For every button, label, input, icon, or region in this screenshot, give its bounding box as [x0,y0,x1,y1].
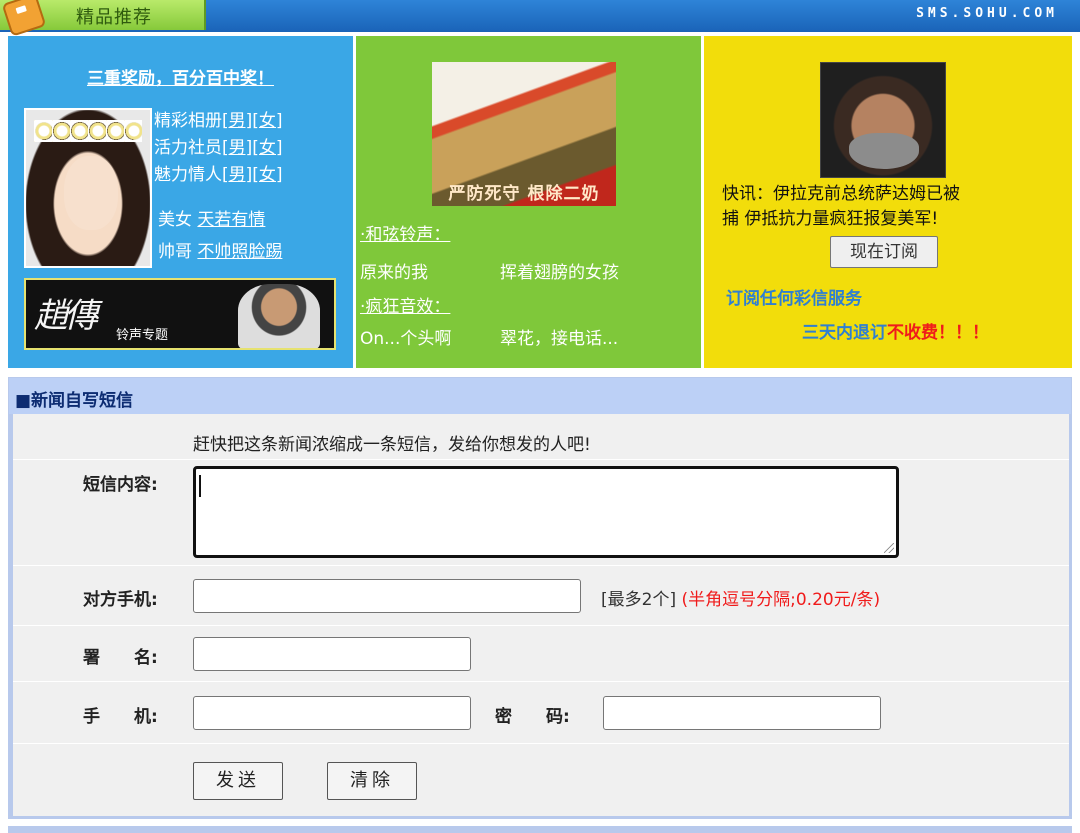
signature-row: 署 名: [13,626,1069,682]
news-flash-text: 快讯：伊拉克前总统萨达姆已被 捕 伊抵抗力量疯狂报复美军! [722,182,1062,232]
song-row-1: 原来的我 挥着翅膀的女孩 [360,258,700,283]
male-link[interactable]: [男] [222,165,252,185]
female-link[interactable]: [女] [252,111,282,131]
male-link[interactable]: [男] [222,111,252,131]
banner-subtitle: 铃声专题 [116,328,169,343]
recommend-tab-label: 精品推荐 [76,7,152,28]
song-row-2: On...个头啊 翠花，接电话... [360,324,700,349]
lover-row: 魅力情人[男][女] [154,162,283,189]
beauty-link[interactable]: 天若有情 [197,210,265,230]
lover-row-label: 魅力情人 [154,165,222,185]
mobile-label: 手 机: [83,707,158,727]
zhao-chuan-ringtone-banner[interactable]: 趙傳 铃声专题 [24,278,336,350]
phone-row: 对方手机: [最多2个] (半角逗号分隔;0.20元/条) [13,566,1069,626]
promo-panel-left: 三重奖励，百分百中奖！ 精彩相册[男][女] 活力社员[男][女] 魅力情人[男… [8,36,353,368]
send-button[interactable]: 发送 [193,762,283,800]
sound-link[interactable]: On...个头啊 [360,329,451,349]
password-label: 密 码: [495,707,570,727]
female-link[interactable]: [女] [252,138,282,158]
promo-panel-middle: 严防死守 根除二奶 ·和弦铃声： 原来的我 挥着翅膀的女孩 ·疯狂音效： On.… [356,36,701,368]
hint-row: 赶快把这条新闻浓缩成一条短信，发给你想发的人吧! [13,414,1069,460]
subscribe-now-button[interactable]: 现在订阅 [830,236,938,268]
female-link[interactable]: [女] [252,165,282,185]
recipient-phone-label: 对方手机: [83,590,158,610]
beauty-prefix: 美女 [158,210,198,230]
news-photo[interactable] [820,62,946,178]
poster-slogan: 严防死守 根除二奶 [448,184,600,204]
album-link-list: 精彩相册[男][女] 活力社员[男][女] 魅力情人[男][女] [154,108,283,189]
form-title: ■新闻自写短信 [15,391,134,411]
album-row-label: 精彩相册 [154,111,222,131]
refund-slogan: 三天内退订不收费！！！ [802,318,989,343]
refund-slogan-prefix: 三天内退订 [802,323,887,343]
bottom-border-strip [8,826,1072,833]
chord-ringtone-title[interactable]: ·和弦铃声： [360,220,450,245]
male-link[interactable]: [男] [222,138,252,158]
account-row: 手 机: 密 码: [13,682,1069,744]
action-row: 发送 清除 [13,744,1069,816]
promo-headline-text: 三重奖励，百分百中奖！ [87,69,274,89]
signature-label: 署 名: [83,648,158,668]
handsome-link[interactable]: 不帅照脸踢 [197,242,282,262]
banner-calligraphy-text: 趙傳 [34,296,98,336]
propaganda-poster-image[interactable]: 严防死守 根除二奶 [432,62,616,206]
crazy-sound-title[interactable]: ·疯狂音效： [360,292,450,317]
phone-note-price: (半角逗号分隔;0.20元/条) [681,590,881,610]
handsome-prefix: 帅哥 [158,242,198,262]
crazy-sound-link[interactable]: ·疯狂音效： [360,297,450,317]
news-line-2: 捕 伊抵抗力量疯狂报复美军! [722,209,939,229]
top-header-bar: 精品推荐 SMS.SOHU.COM [0,0,1080,37]
form-header: ■新闻自写短信 [9,378,1071,414]
phone-icon [1,0,47,37]
subscribe-slogan: 订阅任何彩信服务 [726,289,862,309]
free-highlight: 不收费！！！ [887,323,989,343]
promo-headline-link[interactable]: 三重奖励，百分百中奖！ [8,64,353,89]
girl-photo[interactable] [24,108,152,268]
song-link[interactable]: 原来的我 [360,263,428,283]
pair-links: 美女 天若有情 帅哥 不帅照脸踢 [158,204,282,268]
news-line-1: 快讯：伊拉克前总统萨达姆已被 [722,184,960,204]
text-caret [199,475,201,497]
club-row-label: 活力社员 [154,138,222,158]
signature-input[interactable] [193,637,471,671]
brand-logo-text[interactable]: SMS.SOHU.COM [916,6,1058,21]
form-hint: 赶快把这条新闻浓缩成一条短信，发给你想发的人吧! [193,435,591,455]
promo-panel-right: 快讯：伊拉克前总统萨达姆已被 捕 伊抵抗力量疯狂报复美军! 现在订阅 订阅任何彩… [704,36,1072,368]
content-label: 短信内容: [83,475,158,495]
sound-link[interactable]: 翠花，接电话... [500,324,618,349]
beard-shape [849,133,919,169]
resize-grip-icon[interactable] [884,543,894,553]
phone-note-count: [最多2个] [601,590,677,610]
album-row: 精彩相册[男][女] [154,108,283,135]
form-body: 赶快把这条新闻浓缩成一条短信，发给你想发的人吧! 短信内容: 对方手机: [最多… [13,414,1069,816]
content-row: 短信内容: [13,460,1069,566]
singer-photo [238,284,320,348]
song-link[interactable]: 挥着翅膀的女孩 [500,258,619,283]
clear-button[interactable]: 清除 [327,762,417,800]
chord-ringtone-link[interactable]: ·和弦铃声： [360,225,450,245]
face-shape [64,156,118,230]
password-input[interactable] [603,696,881,730]
flower-crown-decoration [34,120,142,142]
club-row: 活力社员[男][女] [154,135,283,162]
sms-content-textarea[interactable] [193,466,899,558]
recipient-phone-input[interactable] [193,579,581,613]
recommend-tab[interactable]: 精品推荐 [0,0,206,37]
page-root: 精品推荐 SMS.SOHU.COM 三重奖励，百分百中奖！ 精彩相册[男][女]… [0,0,1080,833]
phone-note: [最多2个] (半角逗号分隔;0.20元/条) [601,585,880,610]
news-sms-form: ■新闻自写短信 赶快把这条新闻浓缩成一条短信，发给你想发的人吧! 短信内容: 对… [8,377,1072,819]
mobile-input[interactable] [193,696,471,730]
